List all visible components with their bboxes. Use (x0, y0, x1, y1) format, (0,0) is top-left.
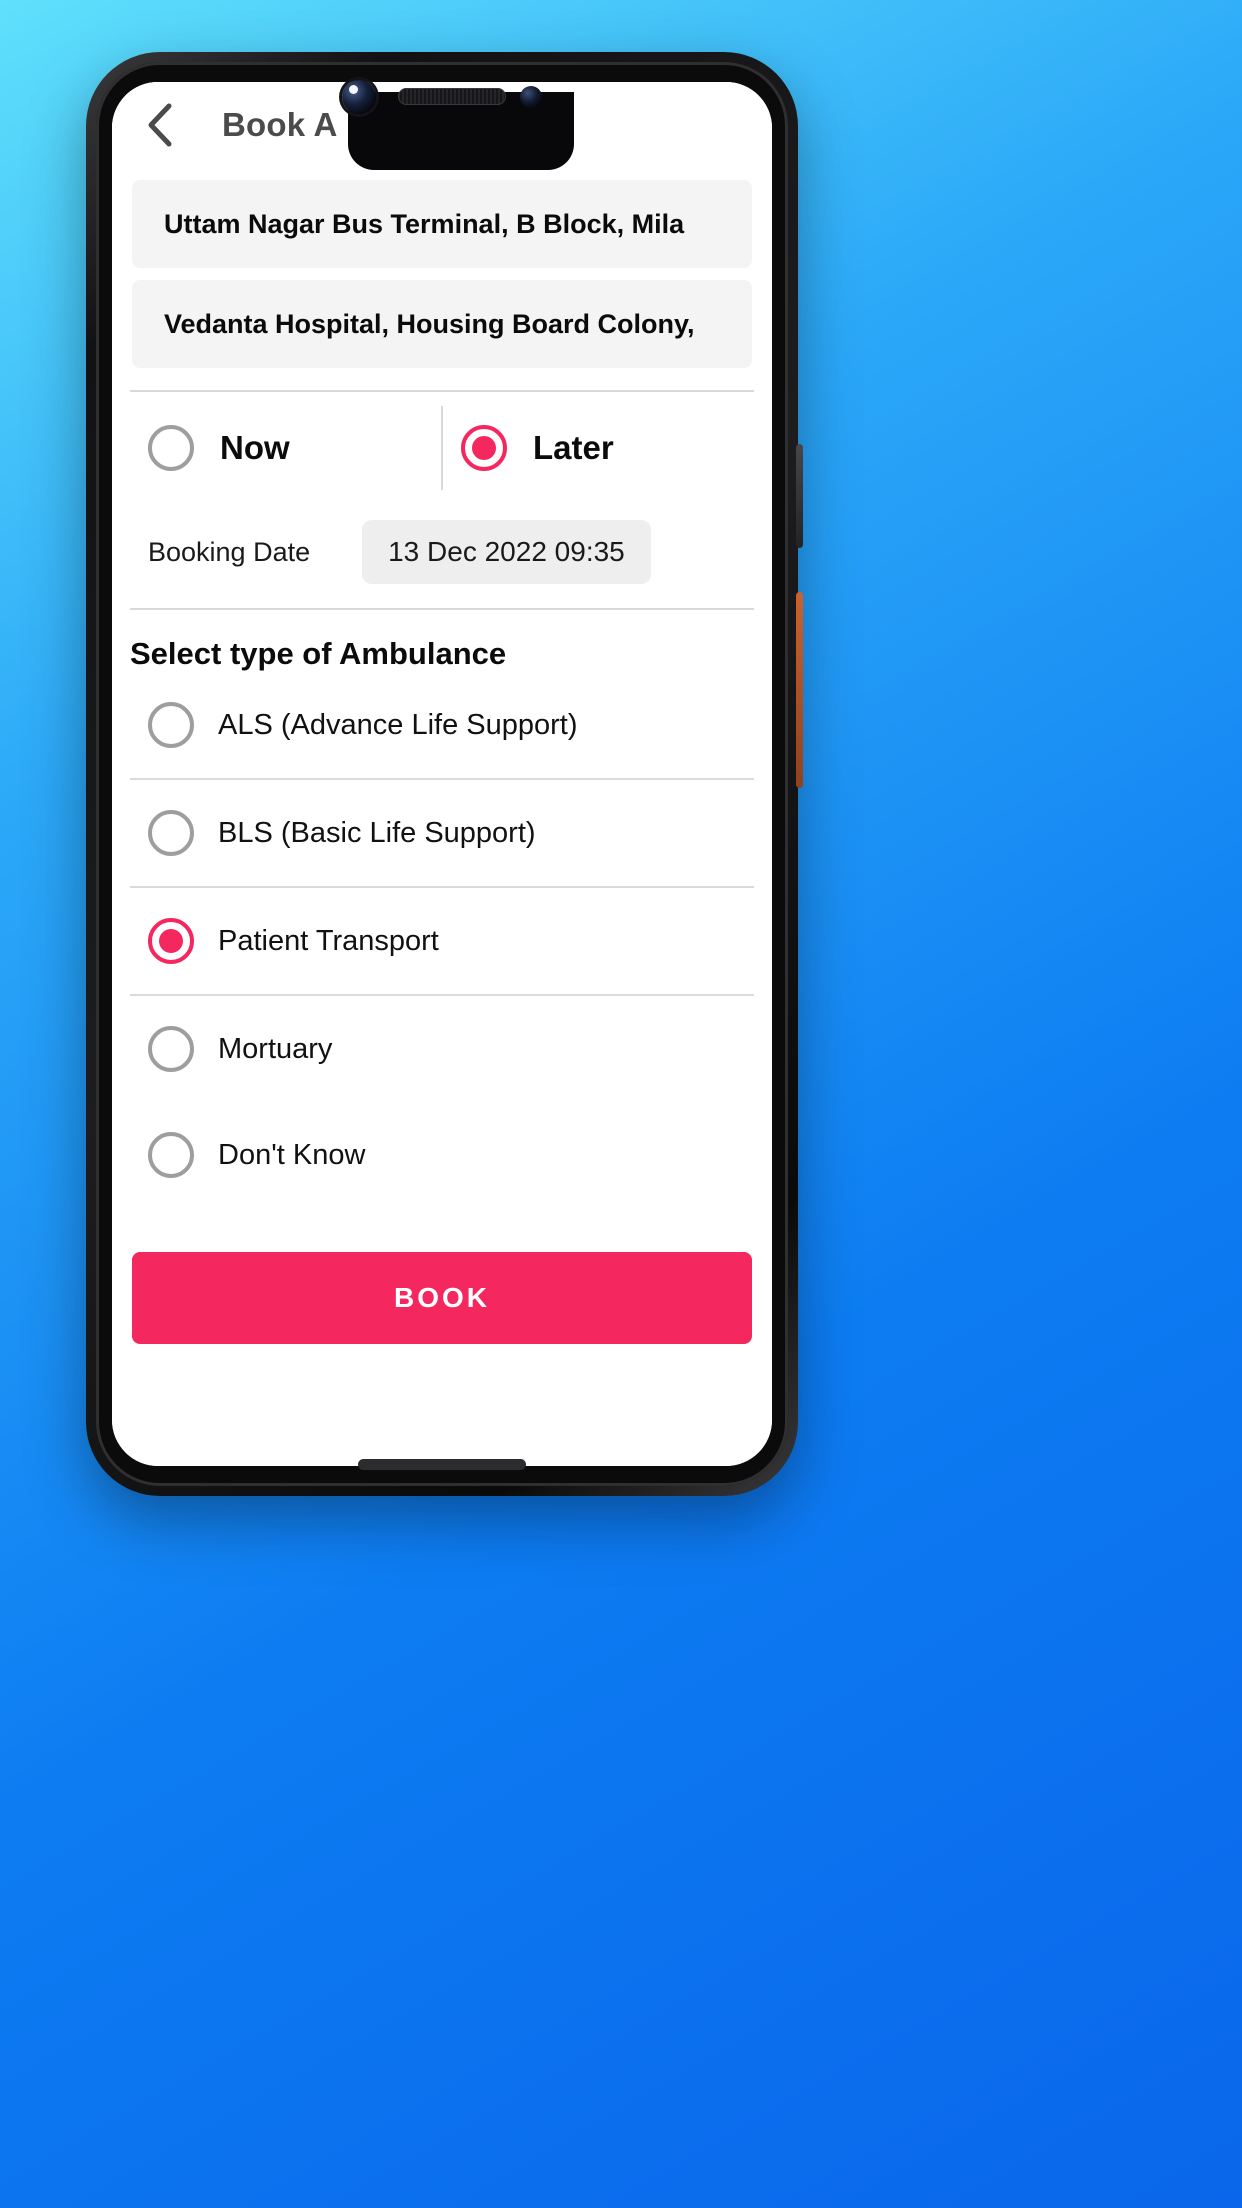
ambulance-type-heading: Select type of Ambulance (130, 636, 507, 671)
when-option-now-label: Now (220, 429, 290, 466)
sensor-icon (520, 86, 542, 108)
page-title: Book A (222, 106, 338, 143)
speaker-icon (398, 88, 506, 105)
phone-screen: Book A Uttam Nagar Bus Terminal, B Block… (112, 82, 772, 1466)
ambulance-option-dont-know-label: Don't Know (218, 1138, 366, 1171)
drop-location-value: Vedanta Hospital, Housing Board Colony, (164, 308, 695, 339)
divider-below-date (130, 608, 754, 610)
back-button[interactable] (132, 97, 188, 153)
book-button-label: BOOK (394, 1282, 490, 1313)
home-indicator (358, 1459, 526, 1470)
radio-patient-transport-icon[interactable] (148, 918, 194, 964)
when-option-now[interactable]: Now (130, 392, 441, 504)
pickup-location-input[interactable]: Uttam Nagar Bus Terminal, B Block, Mila (132, 180, 752, 268)
chevron-left-icon (143, 102, 177, 148)
booking-date-picker[interactable]: 13 Dec 2022 09:35 (362, 520, 651, 584)
drop-location-input[interactable]: Vedanta Hospital, Housing Board Colony, (132, 280, 752, 368)
radio-als-icon[interactable] (148, 702, 194, 748)
camera-icon (342, 80, 376, 114)
power-button[interactable] (796, 444, 803, 548)
ambulance-option-bls[interactable]: BLS (Basic Life Support) (130, 780, 754, 886)
when-selector: Now Later (130, 392, 754, 504)
volume-button[interactable] (796, 592, 803, 788)
when-option-later-label: Later (533, 429, 614, 466)
radio-later-icon[interactable] (461, 425, 507, 471)
radio-dont-know-icon[interactable] (148, 1132, 194, 1178)
ambulance-option-patient-transport[interactable]: Patient Transport (130, 888, 754, 994)
ambulance-option-patient-transport-label: Patient Transport (218, 924, 439, 957)
ambulance-option-mortuary-label: Mortuary (218, 1032, 333, 1065)
ambulance-option-dont-know[interactable]: Don't Know (130, 1102, 754, 1208)
book-button[interactable]: BOOK (132, 1252, 752, 1344)
radio-now-icon[interactable] (148, 425, 194, 471)
app-root: Book A Uttam Nagar Bus Terminal, B Block… (112, 82, 772, 1466)
radio-bls-icon[interactable] (148, 810, 194, 856)
pickup-location-value: Uttam Nagar Bus Terminal, B Block, Mila (164, 208, 685, 239)
ambulance-option-mortuary[interactable]: Mortuary (130, 996, 754, 1102)
ambulance-option-als-label: ALS (Advance Life Support) (218, 708, 578, 741)
phone-frame: Book A Uttam Nagar Bus Terminal, B Block… (86, 52, 803, 1496)
ambulance-option-bls-label: BLS (Basic Life Support) (218, 816, 536, 849)
booking-date-row: Booking Date 13 Dec 2022 09:35 (130, 504, 754, 600)
when-option-later[interactable]: Later (443, 392, 754, 504)
booking-date-label: Booking Date (148, 536, 311, 567)
radio-mortuary-icon[interactable] (148, 1026, 194, 1072)
ambulance-option-als[interactable]: ALS (Advance Life Support) (130, 672, 754, 778)
